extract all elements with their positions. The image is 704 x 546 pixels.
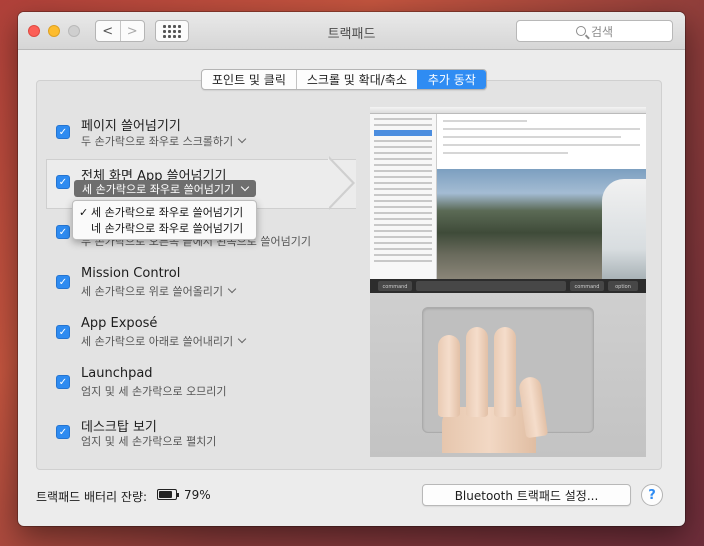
checkbox-launchpad[interactable]: ✓ [56,375,70,389]
gesture-subtitle: 두 손가락으로 좌우로 스크롤하기 [81,135,234,148]
battery-level-fill [159,491,172,498]
gesture-preview-video: command command option [370,107,646,457]
chevron-down-icon [227,284,237,294]
tab-bar: 포인트 및 클릭 스크롤 및 확대/축소 추가 동작 [201,69,487,90]
preview-screen [370,107,646,279]
preview-trackpad-deck [370,293,646,457]
search-icon [575,26,586,36]
preview-keyboard-row: command command option [370,279,646,293]
checkbox-show-desktop[interactable]: ✓ [56,425,70,439]
titlebar: < > 트랙패드 검색 [18,12,685,50]
checkbox-swipe-between-pages[interactable]: ✓ [56,125,70,139]
battery-icon [157,489,179,500]
menu-item-three-fingers[interactable]: ✓ 세 손가락으로 좌우로 쓸어넘기기 [73,204,256,220]
gesture-subtitle: 엄지 및 세 손가락으로 오므리기 [81,385,227,398]
option-key: option [608,281,638,291]
tab-scroll-and-zoom[interactable]: 스크롤 및 확대/축소 [295,70,417,89]
bluetooth-trackpad-setup-button[interactable]: Bluetooth 트랙패드 설정... [422,484,631,506]
battery-level-label: 트랙패드 배터리 잔량: [36,490,148,504]
gesture-title: Mission Control [81,266,181,281]
gesture-option-dropdown[interactable]: 세 손가락으로 아래로 쓸어내리기 [81,333,247,349]
gesture-subtitle: 세 손가락으로 좌우로 쓸어넘기기 [82,182,235,196]
chevron-down-icon [240,182,250,191]
menu-item-four-fingers[interactable]: 네 손가락으로 좌우로 쓸어넘기기 [73,220,256,236]
preview-landscape-photo [437,169,646,279]
checkbox-notification-center[interactable]: ✓ [56,225,70,239]
tab-more-gestures[interactable]: 추가 동작 [416,70,486,89]
gesture-option-dropdown[interactable]: 세 손가락으로 위로 쓸어올리기 [81,283,237,299]
space-bar [416,281,566,291]
checkmark-icon: ✓ [79,205,89,219]
checkbox-swipe-fullscreen-apps[interactable]: ✓ [56,175,70,189]
gesture-subtitle: 엄지 및 세 손가락으로 펼치기 [81,435,217,448]
gesture-subtitle: 세 손가락으로 위로 쓸어올리기 [81,285,224,298]
search-field[interactable]: 검색 [516,20,673,42]
hand-illustration [430,327,562,453]
chevron-down-icon [237,134,247,144]
gesture-title: 페이지 쓸어넘기기 [81,119,181,134]
checkbox-mission-control[interactable]: ✓ [56,275,70,289]
battery-percent: 79% [184,488,211,502]
trackpad-preferences-window: < > 트랙패드 검색 포인트 및 클릭 스크롤 및 확대/축소 추가 동작 ✓… [18,12,685,526]
search-placeholder: 검색 [590,24,614,39]
gesture-title: App Exposé [81,316,158,331]
gesture-subtitle: 세 손가락으로 아래로 쓸어내리기 [81,335,234,348]
gesture-option-dropdown[interactable]: 두 손가락으로 좌우로 스크롤하기 [81,133,247,149]
command-key: command [378,281,412,291]
preview-document [437,114,646,174]
gesture-option-popup-button[interactable]: 세 손가락으로 좌우로 쓸어넘기기 [74,180,257,197]
gesture-title: Launchpad [81,366,153,381]
preview-mail-sidebar [370,114,437,279]
tab-point-and-click[interactable]: 포인트 및 클릭 [202,70,296,89]
checkbox-app-expose[interactable]: ✓ [56,325,70,339]
command-key: command [570,281,604,291]
chevron-down-icon [237,334,247,344]
help-button[interactable]: ? [641,484,663,506]
gesture-options-menu: ✓ 세 손가락으로 좌우로 쓸어넘기기 네 손가락으로 좌우로 쓸어넘기기 [72,200,257,240]
